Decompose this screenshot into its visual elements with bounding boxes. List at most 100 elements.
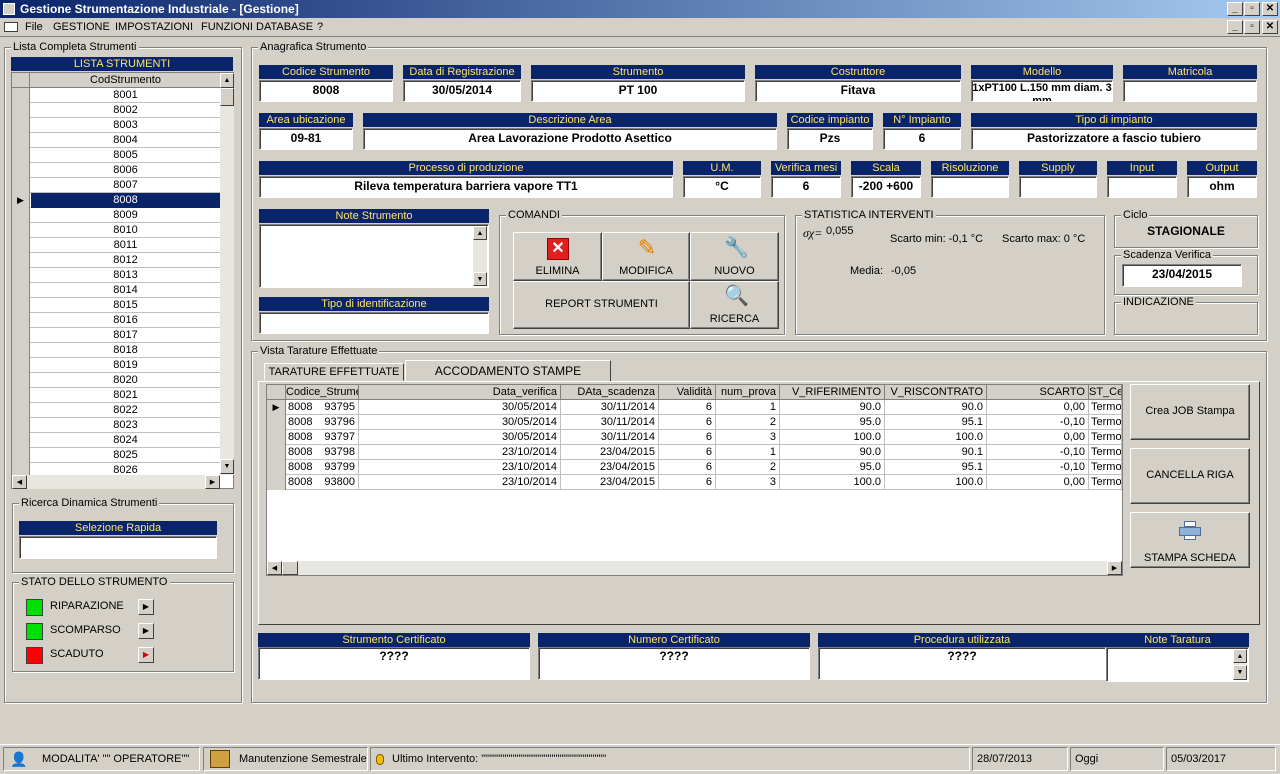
column-header[interactable]: V_RISCONTRATO <box>885 385 987 400</box>
strumento-field[interactable]: PT 100 <box>531 80 745 102</box>
stampa-scheda-button[interactable]: STAMPA SCHEDA <box>1130 512 1250 568</box>
table-row[interactable]: 93800 8008 23/10/2014 23/04/2015 6 3 100.0 100.… <box>267 475 1122 490</box>
list-vscrollbar[interactable]: ▲ ▼ <box>220 73 234 475</box>
crea-job-stampa-button[interactable]: Crea JOB Stampa <box>1130 384 1250 440</box>
menu-funzioni-database[interactable]: FUNZIONI DATABASE <box>201 21 313 33</box>
output-field[interactable]: ohm <box>1187 176 1257 198</box>
tipo-identificazione-field[interactable] <box>259 312 489 334</box>
um-field[interactable]: °C <box>683 176 761 198</box>
codice-impianto-field[interactable]: Pzs <box>787 128 873 150</box>
close-button[interactable]: ✕ <box>1262 2 1278 16</box>
note-scroll-up-icon[interactable]: ▲ <box>473 226 487 240</box>
costruttore-field[interactable]: Fitava <box>755 80 961 102</box>
data-registrazione-field[interactable]: 30/05/2014 <box>403 80 521 102</box>
list-item[interactable]: 8005 <box>12 148 220 163</box>
n-impianto-field[interactable]: 6 <box>883 128 961 150</box>
row-selector[interactable] <box>12 343 30 358</box>
menu-gestione[interactable]: GESTIONE <box>53 21 110 33</box>
list-item[interactable]: 8021 <box>12 388 220 403</box>
row-selector[interactable] <box>12 238 30 253</box>
note-scroll-down-icon[interactable]: ▼ <box>473 272 487 286</box>
row-selector[interactable]: ▶ <box>267 400 286 415</box>
list-item[interactable]: 8004 <box>12 133 220 148</box>
riparazione-play-icon[interactable]: ▶ <box>138 599 154 615</box>
column-header[interactable]: SCARTO <box>987 385 1089 400</box>
scomparso-play-icon[interactable]: ▶ <box>138 623 154 639</box>
scroll-up-icon[interactable]: ▲ <box>220 73 234 88</box>
tipo-impianto-field[interactable]: Pastorizzatore a fascio tubiero <box>971 128 1257 150</box>
procedura-field[interactable]: ???? <box>818 647 1106 680</box>
ricerca-button[interactable]: 🔍 RICERCA <box>690 281 779 329</box>
row-selector[interactable] <box>12 448 30 463</box>
note-taratura-scrollbar[interactable]: ▲ ▼ <box>1233 649 1247 680</box>
quick-select-input[interactable] <box>19 536 217 559</box>
list-item[interactable]: 8024 <box>12 433 220 448</box>
row-selector[interactable] <box>267 475 286 490</box>
row-selector[interactable] <box>267 415 286 430</box>
row-selector[interactable] <box>12 223 30 238</box>
minimize-button[interactable]: _ <box>1227 2 1243 16</box>
elimina-button[interactable]: ✕ ELIMINA <box>513 232 602 281</box>
verifica-mesi-field[interactable]: 6 <box>771 176 841 198</box>
mdi-icon[interactable] <box>4 22 18 32</box>
row-selector[interactable] <box>12 418 30 433</box>
row-selector[interactable] <box>12 148 30 163</box>
list-item[interactable]: 8014 <box>12 283 220 298</box>
report-strumenti-button[interactable]: REPORT STRUMENTI <box>513 281 690 329</box>
list-item[interactable]: 8013 <box>12 268 220 283</box>
table-row[interactable]: 93799 8008 23/10/2014 23/04/2015 6 2 95.0 95.1-… <box>267 460 1122 475</box>
list-item[interactable]: 8025 <box>12 448 220 463</box>
column-header[interactable]: V_RIFERIMENTO <box>780 385 885 400</box>
list-item[interactable]: 8020 <box>12 373 220 388</box>
row-selector[interactable] <box>267 430 286 445</box>
matricola-field[interactable] <box>1123 80 1257 102</box>
note-strumento-textarea[interactable] <box>259 224 489 288</box>
modifica-button[interactable]: ✎ MODIFICA <box>602 232 690 281</box>
mdi-restore-button[interactable]: ▫ <box>1244 20 1260 34</box>
list-item[interactable]: 8015 <box>12 298 220 313</box>
list-item[interactable]: 8022 <box>12 403 220 418</box>
table-row[interactable]: 93796 8008 30/05/2014 30/11/2014 6 2 95.0 95.1-… <box>267 415 1122 430</box>
row-selector[interactable] <box>12 283 30 298</box>
list-item[interactable]: 8017 <box>12 328 220 343</box>
row-selector[interactable] <box>12 403 30 418</box>
row-selector[interactable] <box>12 253 30 268</box>
column-header[interactable]: num_prova <box>716 385 780 400</box>
modello-field[interactable]: 1xPT100 L.150 mm diam. 3 mm <box>971 80 1113 102</box>
list-item[interactable]: 8001 <box>12 88 220 103</box>
column-header[interactable]: Codice_Strumento <box>286 385 359 400</box>
row-selector[interactable] <box>12 298 30 313</box>
row-selector[interactable] <box>12 208 30 223</box>
table-scroll-thumb[interactable] <box>282 561 298 575</box>
table-scroll-right-icon[interactable]: ▶ <box>1107 561 1122 575</box>
list-item[interactable]: 8003 <box>12 118 220 133</box>
column-header[interactable]: Validità <box>659 385 716 400</box>
scaduto-play-icon[interactable]: ▶ <box>138 647 154 663</box>
menu-help[interactable]: ? <box>317 21 323 33</box>
scadenza-field[interactable]: 23/04/2015 <box>1122 264 1242 287</box>
row-selector[interactable] <box>12 178 30 193</box>
table-row[interactable]: 93798 8008 23/10/2014 23/04/2015 6 1 90.0 90.1-… <box>267 445 1122 460</box>
list-item[interactable]: ▶ 8008 <box>12 193 220 208</box>
list-item[interactable]: 8016 <box>12 313 220 328</box>
list-item[interactable]: 8023 <box>12 418 220 433</box>
list-item[interactable]: 8007 <box>12 178 220 193</box>
scroll-left-icon[interactable]: ◀ <box>12 475 27 489</box>
row-selector[interactable] <box>12 433 30 448</box>
list-item[interactable]: 8012 <box>12 253 220 268</box>
row-selector[interactable]: ▶ <box>12 193 30 208</box>
row-selector[interactable] <box>12 118 30 133</box>
risoluzione-field[interactable] <box>931 176 1009 198</box>
row-selector[interactable] <box>12 268 30 283</box>
row-selector[interactable] <box>12 388 30 403</box>
processo-field[interactable]: Rileva temperatura barriera vapore TT1 <box>259 176 673 198</box>
table-scroll-left-icon[interactable]: ◀ <box>267 561 282 575</box>
row-selector[interactable] <box>267 445 286 460</box>
restore-button[interactable]: ▫ <box>1244 2 1260 16</box>
list-item[interactable]: 8002 <box>12 103 220 118</box>
mdi-minimize-button[interactable]: _ <box>1227 20 1243 34</box>
row-selector[interactable] <box>12 328 30 343</box>
row-selector[interactable] <box>12 163 30 178</box>
scroll-thumb[interactable] <box>220 88 234 106</box>
column-header[interactable]: DAta_scadenza <box>561 385 659 400</box>
